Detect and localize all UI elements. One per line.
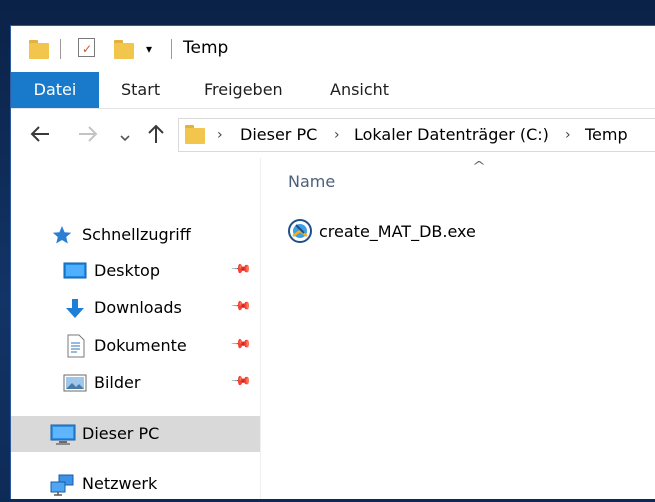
- executable-icon: [287, 218, 313, 244]
- properties-icon[interactable]: ✓: [78, 38, 95, 57]
- document-icon: [66, 334, 90, 358]
- chevron-right-icon[interactable]: ›: [217, 119, 223, 153]
- chevron-down-icon[interactable]: [119, 125, 131, 151]
- breadcrumb-temp[interactable]: Temp: [585, 119, 628, 153]
- chevron-right-icon[interactable]: ›: [334, 119, 340, 153]
- breadcrumb-dieser-pc[interactable]: Dieser PC: [240, 119, 317, 153]
- address-bar[interactable]: › Dieser PC › Lokaler Datenträger (C:) ›…: [178, 118, 655, 152]
- title-bar: ✓ ▾ Temp: [11, 26, 655, 72]
- star-icon: [51, 225, 75, 245]
- file-list: ^ Name create_MAT_DB.exe: [261, 158, 655, 499]
- sidebar-item-label: Desktop: [94, 261, 160, 280]
- sidebar-item-dieser-pc[interactable]: Dieser PC: [11, 416, 260, 452]
- sidebar-item-bilder[interactable]: Bilder 📌: [11, 365, 260, 401]
- pictures-icon: [63, 373, 87, 393]
- arrow-right-icon[interactable]: [77, 123, 99, 152]
- arrow-up-icon[interactable]: [146, 123, 166, 152]
- network-icon: [49, 474, 74, 496]
- pin-icon[interactable]: 📌: [230, 295, 252, 317]
- file-name: create_MAT_DB.exe: [319, 221, 476, 241]
- sidebar-item-label: Bilder: [94, 373, 141, 392]
- tab-datei[interactable]: Datei: [11, 72, 99, 108]
- navigation-bar: › Dieser PC › Lokaler Datenträger (C:) ›…: [11, 114, 655, 158]
- pin-icon[interactable]: 📌: [230, 258, 252, 280]
- desktop-icon: [63, 261, 87, 281]
- pin-icon[interactable]: 📌: [230, 370, 252, 392]
- sidebar-item-label: Downloads: [94, 298, 182, 317]
- folder-icon[interactable]: [29, 40, 49, 59]
- tab-start[interactable]: Start: [121, 72, 160, 108]
- new-folder-icon[interactable]: [114, 40, 134, 59]
- ribbon-tabs: Datei Start Freigeben Ansicht: [11, 72, 655, 109]
- sidebar-item-label: Dieser PC: [82, 424, 160, 443]
- computer-icon: [50, 424, 76, 445]
- download-arrow-icon: [63, 298, 87, 318]
- sidebar-item-netzwerk[interactable]: Netzwerk: [11, 466, 260, 502]
- tab-ansicht[interactable]: Ansicht: [330, 72, 389, 108]
- sidebar-item-label: Schnellzugriff: [82, 225, 191, 244]
- sidebar-item-label: Netzwerk: [82, 474, 158, 493]
- window-title: Temp: [183, 38, 229, 58]
- dropdown-arrow-icon[interactable]: ▾: [146, 42, 152, 56]
- sidebar-item-downloads[interactable]: Downloads 📌: [11, 290, 260, 326]
- arrow-left-icon[interactable]: [29, 123, 51, 152]
- navigation-pane: Schnellzugriff Desktop 📌 Downloads 📌 Dok…: [11, 158, 261, 499]
- sort-ascending-icon: ^: [471, 159, 487, 173]
- column-header-name[interactable]: Name: [288, 172, 335, 191]
- chevron-right-icon[interactable]: ›: [565, 119, 571, 153]
- sidebar-item-label: Dokumente: [94, 336, 187, 355]
- quick-access-separator: [60, 39, 61, 59]
- breadcrumb-lokaler-datentraeger[interactable]: Lokaler Datenträger (C:): [354, 119, 549, 153]
- sidebar-item-quick-access[interactable]: Schnellzugriff: [11, 217, 260, 253]
- tab-freigeben[interactable]: Freigeben: [204, 72, 283, 108]
- file-explorer-window: ✓ ▾ Temp Datei Start Freigeben Ansicht ›…: [10, 25, 655, 499]
- sidebar-item-desktop[interactable]: Desktop 📌: [11, 253, 260, 289]
- address-folder-icon: [185, 125, 205, 144]
- title-separator: [171, 39, 172, 59]
- file-item[interactable]: create_MAT_DB.exe: [287, 216, 476, 246]
- sidebar-item-dokumente[interactable]: Dokumente 📌: [11, 328, 260, 364]
- pin-icon[interactable]: 📌: [230, 333, 252, 355]
